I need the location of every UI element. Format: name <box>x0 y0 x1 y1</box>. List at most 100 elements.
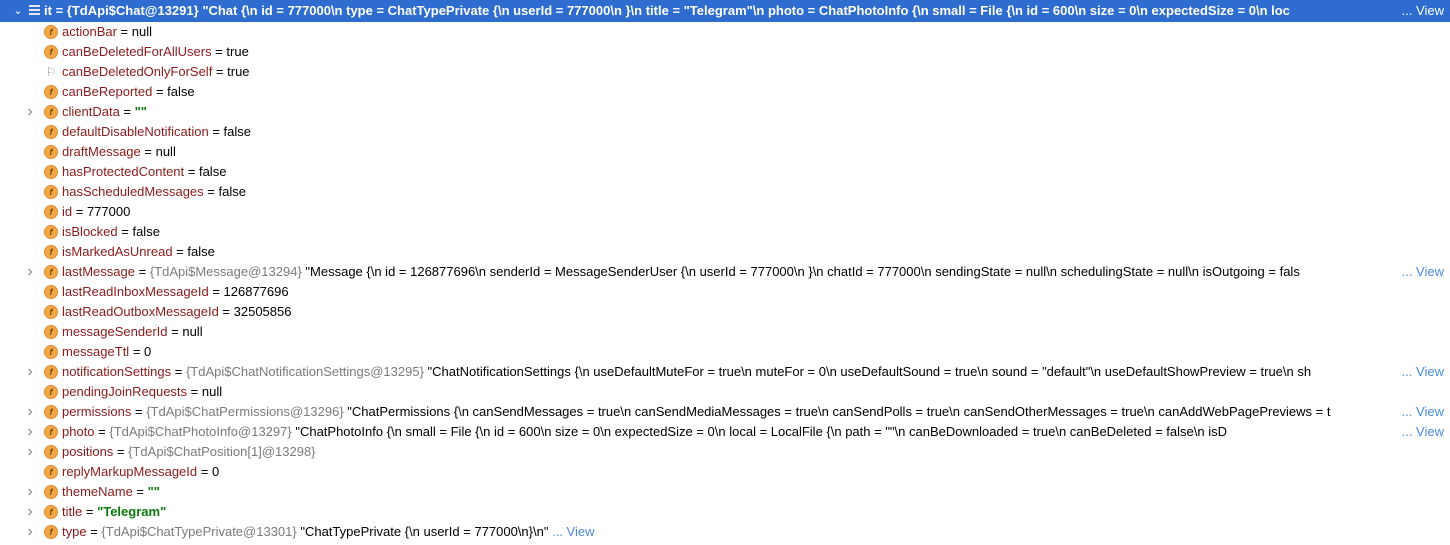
equals-sign: = <box>119 104 135 119</box>
field-row-isBlocked[interactable]: f isBlocked = false <box>0 222 1450 242</box>
equals-sign: = <box>167 324 183 339</box>
field-name: pendingJoinRequests <box>62 384 188 399</box>
field-name: photo <box>62 424 95 439</box>
field-content: canBeDeletedForAllUsers = true <box>62 42 1442 62</box>
field-row-lastMessage[interactable]: › f lastMessage = {TdApi$Message@13294} "M… <box>0 262 1450 282</box>
field-row-isMarkedAsUnread[interactable]: f isMarkedAsUnread = false <box>0 242 1450 262</box>
view-link[interactable]: ... View <box>1397 262 1444 282</box>
field-name: hasProtectedContent <box>62 164 185 179</box>
field-row-title[interactable]: › f title = "Telegram" <box>0 502 1450 522</box>
field-value: "Telegram" <box>97 504 167 519</box>
chevron-right-icon[interactable]: › <box>24 262 36 282</box>
field-row-notificationSettings[interactable]: › f notificationSettings = {TdApi$ChatNoti… <box>0 362 1450 382</box>
field-row-canBeDeletedForAllUsers[interactable]: f canBeDeletedForAllUsers = true <box>0 42 1450 62</box>
field-content: messageSenderId = null <box>62 322 1442 342</box>
field-content: defaultDisableNotification = false <box>62 122 1442 142</box>
field-row-type[interactable]: › f type = {TdApi$ChatTypePrivate@13301} "… <box>0 522 1450 542</box>
chevron-right-icon[interactable]: › <box>24 402 36 422</box>
field-name: messageSenderId <box>62 324 168 339</box>
equals-sign: = <box>218 304 234 319</box>
list-icon <box>29 5 40 17</box>
field-row-hasProtectedContent[interactable]: f hasProtectedContent = false <box>0 162 1450 182</box>
field-row-pendingJoinRequests[interactable]: f pendingJoinRequests = null <box>0 382 1450 402</box>
field-value: false <box>167 84 195 99</box>
field-row-canBeReported[interactable]: f canBeReported = false <box>0 82 1450 102</box>
field-name: isMarkedAsUnread <box>62 244 173 259</box>
chevron-right-icon[interactable]: › <box>24 102 36 122</box>
field-row-clientData[interactable]: › f clientData = "" <box>0 102 1450 122</box>
field-ref: {TdApi$ChatNotificationSettings@13295} <box>185 364 424 379</box>
chevron-down-icon[interactable]: ⌄ <box>12 0 24 22</box>
field-name: draftMessage <box>62 144 141 159</box>
field-name: clientData <box>62 104 120 119</box>
chevron-right-icon[interactable]: › <box>24 422 36 442</box>
equals-sign: = <box>187 384 202 399</box>
field-value: 777000 <box>86 204 131 219</box>
field-row-defaultDisableNotification[interactable]: f defaultDisableNotification = false <box>0 122 1450 142</box>
chevron-right-icon[interactable]: › <box>24 502 36 522</box>
field-row-photo[interactable]: › f photo = {TdApi$ChatPhotoInfo@13297} "C… <box>0 422 1450 442</box>
view-link[interactable]: ... View <box>1397 402 1444 422</box>
field-ref: {TdApi$ChatPhotoInfo@13297} <box>109 424 292 439</box>
field-row-lastReadInboxMessageId[interactable]: f lastReadInboxMessageId = 126877696 <box>0 282 1450 302</box>
field-value: "" <box>134 104 147 119</box>
field-value: "Message {\n id = 126877696\n senderId =… <box>301 264 1300 279</box>
field-icon: f <box>44 125 58 139</box>
equals-sign: = <box>172 244 188 259</box>
field-name: canBeReported <box>62 84 153 99</box>
field-row-positions[interactable]: › f positions = {TdApi$ChatPosition[1]@132… <box>0 442 1450 462</box>
field-icon: f <box>44 145 58 159</box>
field-icon: f <box>44 165 58 179</box>
view-link[interactable]: ... View <box>1397 422 1444 442</box>
field-value: null <box>155 144 176 159</box>
field-icon: f <box>44 405 58 419</box>
field-value: 32505856 <box>233 304 292 319</box>
field-name: lastReadInboxMessageId <box>62 284 209 299</box>
field-icon: f <box>44 45 58 59</box>
view-link[interactable]: ... View <box>552 524 594 539</box>
field-value: false <box>132 224 160 239</box>
field-name: id <box>62 204 73 219</box>
chevron-right-icon[interactable]: › <box>24 522 36 542</box>
variable-row-it[interactable]: ⌄ it = {TdApi$Chat@13291} "Chat {\n id =… <box>0 0 1450 22</box>
chevron-right-icon[interactable]: › <box>24 442 36 462</box>
field-row-hasScheduledMessages[interactable]: f hasScheduledMessages = false <box>0 182 1450 202</box>
equals-sign: = <box>134 264 150 279</box>
variable-header: it = {TdApi$Chat@13291} "Chat {\n id = 7… <box>44 3 1290 18</box>
field-row-actionBar[interactable]: f actionBar = null <box>0 22 1450 42</box>
field-row-replyMarkupMessageId[interactable]: f replyMarkupMessageId = 0 <box>0 462 1450 482</box>
field-name: isBlocked <box>62 224 118 239</box>
equals-sign: = <box>94 424 110 439</box>
equals-sign: = <box>212 64 228 79</box>
field-content: isBlocked = false <box>62 222 1442 242</box>
field-row-canBeDeletedOnlyForSelf[interactable]: ⚐ canBeDeletedOnlyForSelf = true <box>0 62 1450 82</box>
equals-sign: = <box>113 444 129 459</box>
view-link[interactable]: ... View <box>1397 362 1444 382</box>
field-row-messageSenderId[interactable]: f messageSenderId = null <box>0 322 1450 342</box>
field-icon: f <box>44 525 58 539</box>
field-icon: f <box>44 225 58 239</box>
field-row-messageTtl[interactable]: f messageTtl = 0 <box>0 342 1450 362</box>
variable-name: it <box>44 3 52 18</box>
equals-sign: = <box>203 184 219 199</box>
field-ref: {TdApi$Message@13294} <box>149 264 302 279</box>
equals-sign: = <box>86 524 102 539</box>
field-value: 0 <box>144 344 152 359</box>
field-icon: f <box>44 245 58 259</box>
field-content: hasScheduledMessages = false <box>62 182 1442 202</box>
chevron-right-icon[interactable]: › <box>24 482 36 502</box>
field-name: lastMessage <box>62 264 135 279</box>
field-row-lastReadOutboxMessageId[interactable]: f lastReadOutboxMessageId = 32505856 <box>0 302 1450 322</box>
chevron-right-icon[interactable]: › <box>24 362 36 382</box>
field-value: null <box>201 384 223 399</box>
field-content: hasProtectedContent = false <box>62 162 1442 182</box>
field-icon: f <box>44 505 58 519</box>
field-icon: f <box>44 105 58 119</box>
field-value: false <box>223 124 251 139</box>
field-row-themeName[interactable]: › f themeName = "" <box>0 482 1450 502</box>
view-link[interactable]: ... View <box>1397 0 1444 22</box>
field-row-permissions[interactable]: › f permissions = {TdApi$ChatPermissions@1… <box>0 402 1450 422</box>
equals-sign: = <box>184 164 199 179</box>
field-row-id[interactable]: f id = 777000 <box>0 202 1450 222</box>
field-row-draftMessage[interactable]: f draftMessage = null <box>0 142 1450 162</box>
